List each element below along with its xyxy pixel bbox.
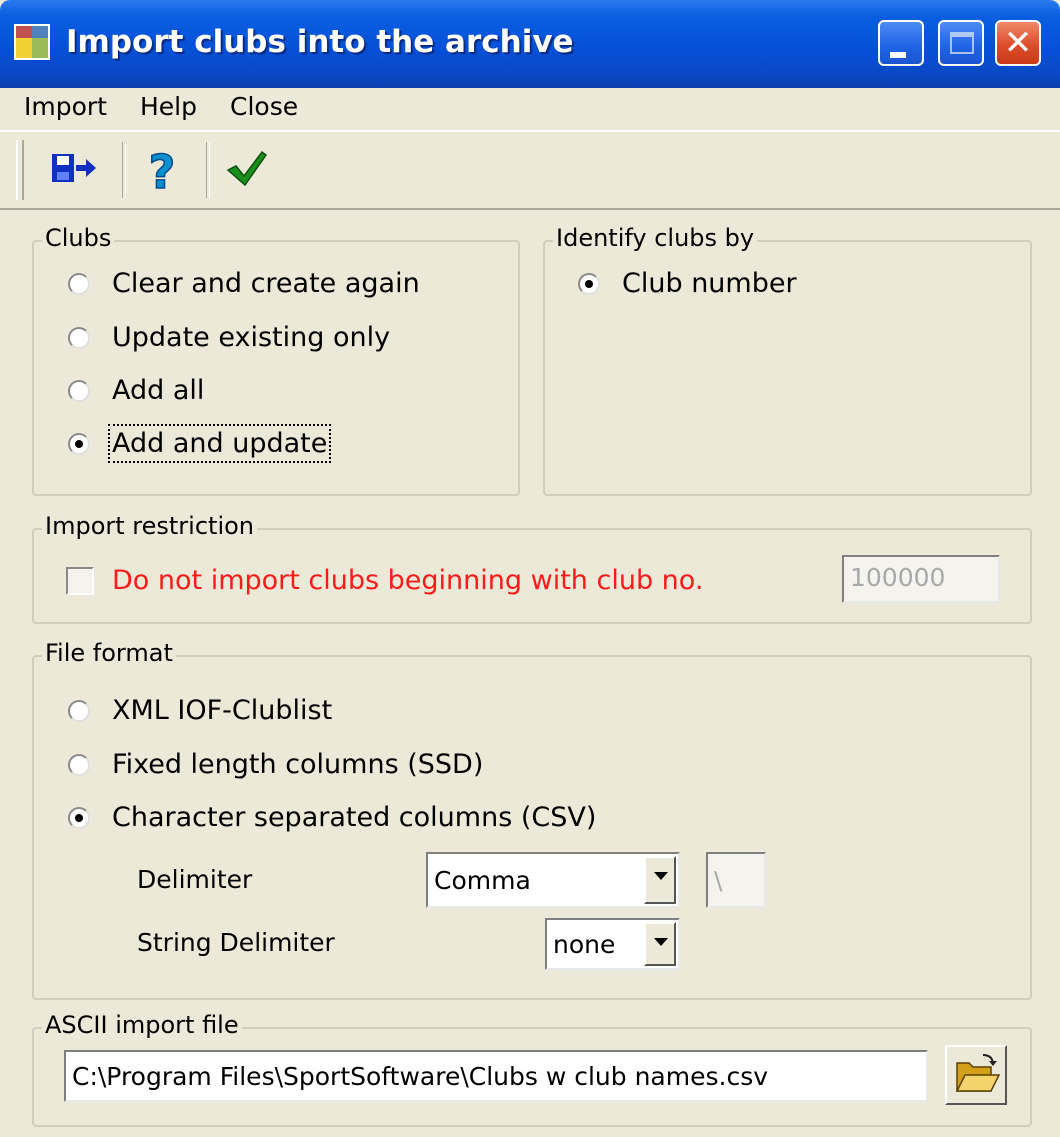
restriction-checkbox-row[interactable]: Do not import clubs beginning with club … — [66, 565, 703, 596]
delimiter-dropdown-button[interactable] — [644, 856, 676, 904]
string-delimiter-value: none — [553, 930, 616, 959]
menu-import[interactable]: Import — [24, 92, 107, 121]
window-title: Import clubs into the archive — [66, 24, 574, 60]
ok-button[interactable] — [214, 142, 274, 198]
radio-label: Fixed length columns (SSD) — [112, 749, 484, 780]
maximize-button[interactable] — [938, 20, 984, 66]
radio-circle[interactable] — [68, 272, 90, 295]
radio-label: Club number — [622, 268, 797, 299]
maximize-icon — [950, 32, 974, 54]
radio-add-all[interactable]: Add all — [68, 375, 204, 406]
restriction-label: Do not import clubs beginning with club … — [112, 565, 704, 596]
radio-label: Clear and create again — [112, 268, 420, 299]
radio-label: Add all — [112, 375, 205, 406]
browse-button[interactable] — [945, 1045, 1007, 1105]
delimiter-char-field[interactable]: \ — [706, 852, 766, 908]
close-window-button[interactable]: ✕ — [995, 20, 1041, 66]
string-delimiter-label: String Delimiter — [137, 928, 335, 957]
radio-circle[interactable] — [68, 379, 90, 402]
radio-label: XML IOF-Clublist — [112, 695, 333, 726]
radio-circle-selected[interactable] — [68, 806, 90, 829]
radio-clear-create[interactable]: Clear and create again — [68, 268, 420, 299]
minimize-icon — [890, 52, 906, 58]
svg-text:?: ? — [149, 145, 176, 198]
string-delimiter-dropdown-button[interactable] — [644, 922, 676, 966]
radio-add-update[interactable]: Add and update — [68, 424, 332, 463]
title-bar[interactable]: Import clubs into the archive ✕ — [0, 0, 1060, 88]
radio-club-number[interactable]: Club number — [578, 268, 797, 299]
radio-circle[interactable] — [68, 753, 90, 776]
radio-label: Character separated columns (CSV) — [112, 802, 597, 833]
toolbar-separator — [122, 142, 126, 198]
string-delimiter-select[interactable]: none — [545, 918, 680, 970]
chevron-down-icon — [654, 872, 668, 880]
app-window-icon[interactable] — [14, 24, 50, 60]
open-folder-icon — [955, 1054, 1001, 1092]
toolbar: ? — [0, 130, 1060, 210]
identify-legend: Identify clubs by — [553, 224, 758, 252]
delimiter-label: Delimiter — [137, 865, 253, 894]
delimiter-select[interactable]: Comma — [426, 852, 680, 908]
radio-label: Update existing only — [112, 322, 391, 353]
radio-circle-selected[interactable] — [578, 272, 600, 295]
toolbar-separator — [206, 142, 210, 198]
radio-circle[interactable] — [68, 699, 90, 722]
radio-circle-selected[interactable] — [68, 432, 90, 455]
toolbar-grip[interactable] — [16, 140, 24, 200]
clubs-legend: Clubs — [42, 224, 115, 252]
radio-update-existing[interactable]: Update existing only — [68, 322, 390, 353]
menu-bar: Import Help Close — [0, 88, 1060, 130]
ascii-file-legend: ASCII import file — [42, 1011, 242, 1039]
radio-fixed-length[interactable]: Fixed length columns (SSD) — [68, 749, 483, 780]
chevron-down-icon — [654, 938, 668, 946]
save-import-button[interactable] — [46, 142, 106, 198]
restriction-checkbox[interactable] — [66, 566, 94, 595]
minimize-button[interactable] — [878, 20, 924, 66]
club-number-field[interactable]: 100000 — [842, 555, 1000, 603]
restriction-legend: Import restriction — [42, 512, 258, 540]
file-format-legend: File format — [42, 639, 176, 667]
help-icon: ? — [148, 144, 176, 200]
save-import-icon — [52, 154, 96, 182]
radio-label: Add and update — [107, 424, 332, 463]
menu-close[interactable]: Close — [230, 92, 298, 121]
file-path-field[interactable]: C:\Program Files\SportSoftware\Clubs w c… — [64, 1050, 928, 1102]
radio-xml-iof[interactable]: XML IOF-Clublist — [68, 695, 332, 726]
menu-help[interactable]: Help — [140, 92, 197, 121]
radio-csv[interactable]: Character separated columns (CSV) — [68, 802, 596, 833]
close-icon: ✕ — [1003, 23, 1033, 63]
delimiter-value: Comma — [434, 866, 531, 895]
radio-circle[interactable] — [68, 326, 90, 349]
help-button[interactable]: ? — [132, 142, 192, 200]
checkmark-icon — [226, 150, 268, 187]
